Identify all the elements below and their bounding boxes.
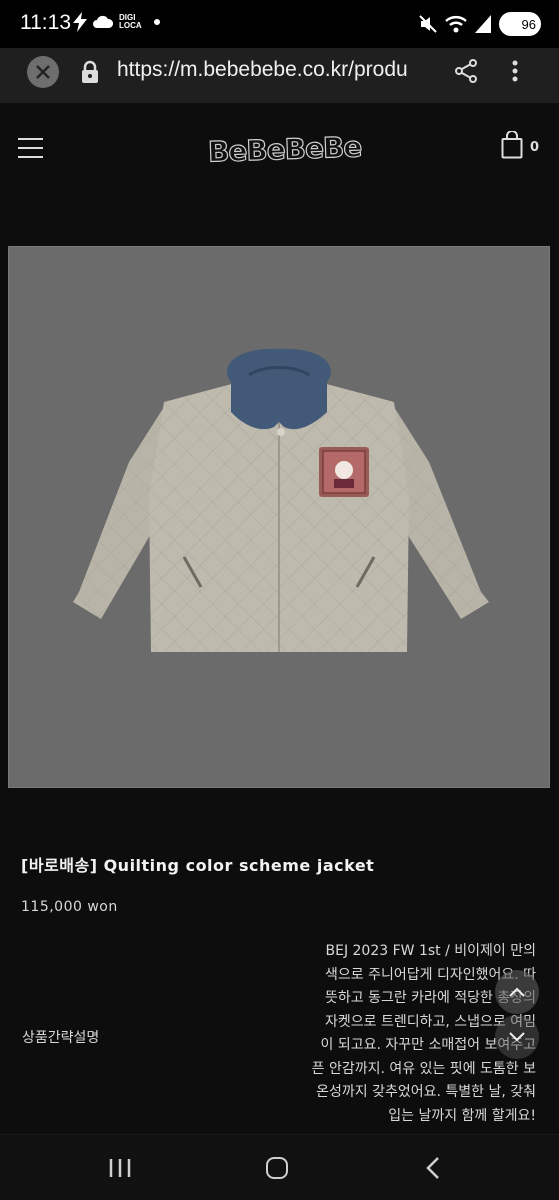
site-header: BeBeBeBe 0 <box>0 103 559 193</box>
browser-url-bar: https://m.bebebebe.co.kr/produ <box>0 48 559 103</box>
quilted-jacket-image[interactable] <box>8 246 550 788</box>
product-price: 115,000 won <box>21 899 118 915</box>
description-line: 입는 날까지 함께 할게요! <box>388 1107 536 1124</box>
cloud-icon <box>93 15 113 28</box>
jacket-illustration <box>73 348 489 652</box>
status-right-icons: 96 <box>419 12 541 36</box>
close-tab-button[interactable] <box>27 56 59 88</box>
cart-count[interactable]: 0 <box>530 140 539 155</box>
close-icon <box>36 65 50 79</box>
chevron-up-icon <box>509 987 525 997</box>
description-line: 색으로 주니어답게 디자인했어요. 따 <box>325 966 536 983</box>
scroll-down-button[interactable] <box>495 1015 539 1059</box>
status-left-icons: DIGI LOCA <box>73 12 160 32</box>
status-time: 11:13 <box>20 11 71 34</box>
home-icon[interactable] <box>266 1157 288 1179</box>
description-line: 온성까지 갖추었어요. 특별한 날, 갖춰 <box>316 1084 536 1100</box>
description-line: 자켓으로 트렌디하고, 스냅으로 여밈 <box>325 1013 536 1030</box>
dot-icon <box>153 19 160 25</box>
description-line: BEJ 2023 FW 1st / 비이제이 만의 <box>325 943 537 959</box>
share-icon[interactable] <box>454 58 478 84</box>
product-title: [바로배송] Quilting color scheme jacket <box>21 856 375 875</box>
bolt-icon <box>73 12 87 32</box>
battery-icon: 96 <box>499 12 541 36</box>
menu-icon[interactable] <box>18 138 43 158</box>
site-logo[interactable]: BeBeBeBe <box>207 130 363 170</box>
description-line: 뜻하고 동그란 카라에 적당한 총장의 <box>325 990 536 1006</box>
scroll-up-button[interactable] <box>495 970 539 1014</box>
recent-apps-icon[interactable] <box>109 1158 131 1178</box>
wifi-icon <box>445 16 467 33</box>
description-label: 상품간략설명 <box>22 1030 100 1046</box>
signal-icon <box>475 15 491 33</box>
description-line: 이 되고요. 자꾸만 소매접어 보여주고 <box>320 1037 536 1053</box>
status-bar: 11:13 DIGI LOCA 96 <box>0 0 559 48</box>
system-nav-bar <box>0 1134 559 1200</box>
description-line: 픈 안감까지. 여유 있는 핏에 도톰한 보 <box>311 1060 536 1077</box>
cart-icon[interactable] <box>501 131 523 159</box>
back-icon[interactable] <box>425 1156 441 1180</box>
mute-icon <box>419 15 437 33</box>
url-text[interactable]: https://m.bebebebe.co.kr/produ <box>117 58 437 82</box>
more-vert-icon[interactable] <box>506 58 524 84</box>
chevron-down-icon <box>509 1032 525 1042</box>
lock-icon[interactable] <box>80 60 100 84</box>
product-description: BEJ 2023 FW 1st / 비이제이 만의 색으로 주니어답게 디자인했… <box>250 940 536 1128</box>
digi-loca-logo: DIGI LOCA <box>119 13 142 30</box>
